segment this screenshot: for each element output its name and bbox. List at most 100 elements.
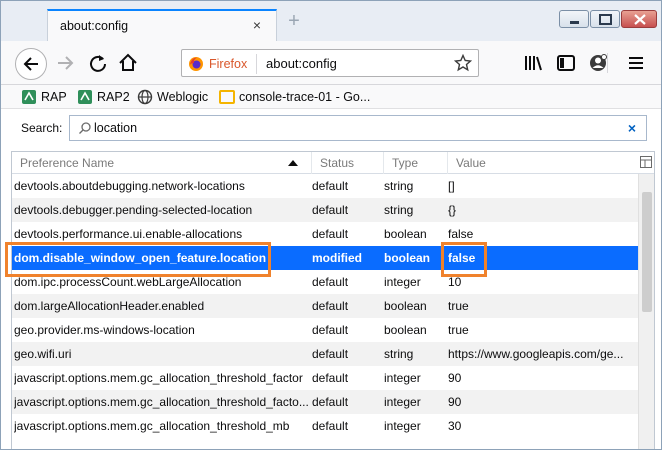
pref-name: devtools.performance.ui.enable-allocatio…	[14, 227, 243, 241]
pref-name: dom.largeAllocationHeader.enabled	[14, 299, 205, 313]
table-rows: devtools.aboutdebugging.network-location…	[12, 174, 638, 438]
bookmarks-toolbar: RAP RAP2 Weblogic console-trace-01 - Go.…	[1, 85, 661, 109]
pref-name: javascript.options.mem.gc_allocation_thr…	[14, 419, 290, 433]
rap-favicon-icon	[22, 90, 36, 104]
table-row[interactable]: dom.disable_window_open_feature.location…	[12, 246, 638, 270]
home-button[interactable]	[115, 50, 141, 76]
bookmark-weblogic[interactable]: Weblogic	[137, 88, 208, 106]
pref-name: devtools.debugger.pending-selected-locat…	[14, 203, 253, 217]
scrollbar-thumb[interactable]	[642, 192, 652, 312]
tab-close-icon[interactable]: ×	[248, 16, 266, 34]
window-restore-button[interactable]	[590, 10, 620, 28]
table-row[interactable]: dom.largeAllocationHeader.enabled default…	[12, 294, 638, 318]
url-bar[interactable]: Firefox about:config	[181, 49, 479, 77]
window-close-button[interactable]	[621, 10, 657, 28]
tab-title: about:config	[60, 19, 129, 33]
pref-value: true	[448, 323, 469, 337]
pref-value: false	[448, 227, 474, 241]
tab-about-config[interactable]: about:config ×	[47, 9, 277, 41]
minimize-icon	[570, 21, 579, 24]
bookmark-label: Weblogic	[157, 90, 209, 104]
table-row[interactable]: devtools.debugger.pending-selected-locat…	[12, 198, 638, 222]
pref-type: string	[384, 203, 414, 217]
pref-status: modified	[312, 251, 362, 265]
table-row[interactable]: devtools.performance.ui.enable-allocatio…	[12, 222, 638, 246]
table-header: Preference Name Status Type Value	[12, 152, 654, 174]
bookmark-label: RAP2	[97, 90, 130, 104]
pref-name: dom.disable_window_open_feature.location	[14, 251, 267, 265]
back-arrow-icon	[23, 57, 38, 71]
new-tab-button[interactable]: +	[283, 11, 305, 33]
table-row[interactable]: dom.ipc.processCount.webLargeAllocation d…	[12, 270, 638, 294]
table-row[interactable]: javascript.options.mem.gc_allocation_thr…	[12, 366, 638, 390]
url-input[interactable]: about:config	[266, 56, 337, 71]
pref-type: string	[384, 179, 414, 193]
table-row[interactable]: devtools.aboutdebugging.network-location…	[12, 174, 638, 198]
back-button[interactable]	[15, 48, 47, 80]
menu-button[interactable]	[623, 50, 649, 76]
browser-window: about:config × + Firefox about:config RA…	[0, 0, 662, 450]
pref-status: default	[312, 323, 349, 337]
search-input[interactable]: location ×	[69, 115, 647, 141]
column-header-name[interactable]: Preference Name	[12, 152, 312, 174]
star-icon[interactable]	[454, 54, 472, 72]
column-header-status[interactable]: Status	[312, 152, 384, 174]
table-row[interactable]: javascript.options.mem.gc_allocation_thr…	[12, 390, 638, 414]
pref-name: javascript.options.mem.gc_allocation_thr…	[14, 371, 303, 385]
tab-strip: about:config × +	[1, 1, 661, 41]
pref-type: integer	[384, 395, 421, 409]
pref-value: https://www.googleapis.com/ge...	[448, 347, 624, 361]
window-minimize-button[interactable]	[559, 10, 589, 28]
rap2-favicon-icon	[78, 90, 92, 104]
identity-label: Firefox	[209, 57, 248, 71]
pref-value: true	[448, 299, 469, 313]
column-picker-icon[interactable]	[640, 156, 652, 168]
reload-button[interactable]	[85, 50, 111, 76]
pref-type: boolean	[384, 251, 431, 265]
pref-type: boolean	[384, 227, 427, 241]
forward-button[interactable]	[53, 50, 79, 76]
pref-name: geo.provider.ms-windows-location	[14, 323, 195, 337]
library-button[interactable]	[521, 50, 547, 76]
identity-box[interactable]: Firefox	[188, 55, 247, 73]
pref-status: default	[312, 419, 349, 433]
bookmark-rap[interactable]: RAP	[21, 88, 67, 106]
docs-favicon-icon	[219, 90, 235, 104]
table-row[interactable]: javascript.options.mem.gc_allocation_thr…	[12, 414, 638, 438]
pref-value: 30	[448, 419, 462, 433]
pref-status: default	[312, 203, 349, 217]
vertical-scrollbar[interactable]	[638, 174, 654, 449]
pref-name: javascript.options.mem.gc_allocation_thr…	[14, 395, 309, 409]
pref-name: devtools.aboutdebugging.network-location…	[14, 179, 245, 193]
hamburger-menu-icon	[629, 57, 643, 69]
pref-type: boolean	[384, 299, 427, 313]
pref-status: default	[312, 179, 349, 193]
column-header-type[interactable]: Type	[384, 152, 448, 174]
pref-status: default	[312, 275, 349, 289]
pref-value: 10	[448, 275, 462, 289]
pref-value: []	[448, 179, 455, 193]
search-label: Search:	[21, 121, 63, 135]
bookmark-label: console-trace-01 - Go...	[239, 90, 371, 104]
clear-search-icon[interactable]: ×	[628, 120, 636, 136]
pref-type: integer	[384, 419, 421, 433]
sort-ascending-icon	[288, 160, 298, 166]
bookmark-console-trace[interactable]: console-trace-01 - Go...	[219, 88, 370, 106]
sidebar-button[interactable]	[553, 50, 579, 76]
sidebar-icon	[557, 55, 575, 71]
firefox-logo-icon	[189, 57, 203, 71]
about-config-page: Search: location × Preference Name Statu…	[1, 109, 661, 449]
home-icon	[119, 53, 137, 71]
pref-status: default	[312, 227, 349, 241]
pref-type: integer	[384, 275, 421, 289]
pref-value: false	[448, 251, 476, 265]
pref-status: default	[312, 395, 349, 409]
table-row[interactable]: geo.wifi.uri default string https://www.goo…	[12, 342, 638, 366]
pref-type: string	[384, 347, 414, 361]
column-header-value[interactable]: Value	[448, 152, 638, 174]
pref-value: 90	[448, 371, 462, 385]
table-row[interactable]: geo.provider.ms-windows-location default b…	[12, 318, 638, 342]
toolbar-separator	[607, 53, 608, 73]
bookmark-rap2[interactable]: RAP2	[77, 88, 130, 106]
pref-type: boolean	[384, 323, 427, 337]
